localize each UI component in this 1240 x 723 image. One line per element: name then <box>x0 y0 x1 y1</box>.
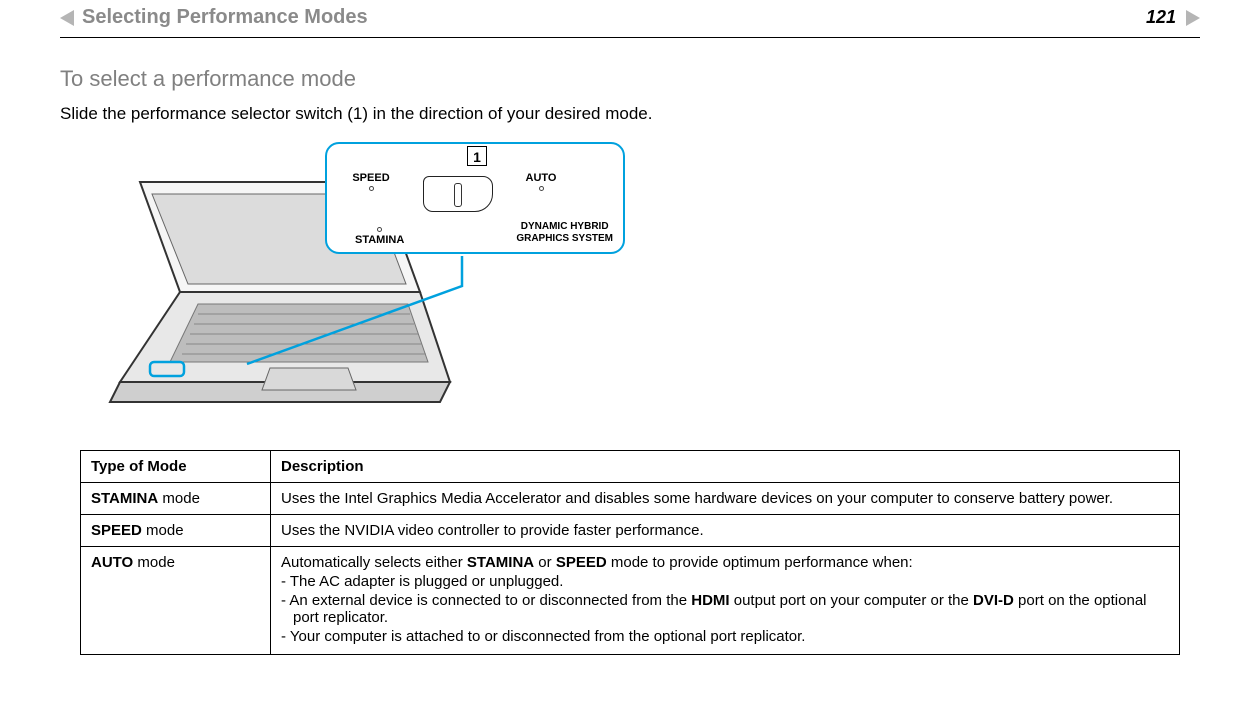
breadcrumb: Selecting Performance Modes <box>82 6 1146 29</box>
mode-label-speed: SPEED <box>341 172 401 191</box>
graphics-system-label: DYNAMIC HYBRID GRAPHICS SYSTEM <box>516 221 613 244</box>
table-row: STAMINA mode Uses the Intel Graphics Med… <box>81 483 1180 515</box>
page-header: Selecting Performance Modes 121 <box>60 0 1200 38</box>
next-arrow-icon[interactable] <box>1186 10 1200 26</box>
mode-name-cell: AUTO mode <box>81 547 271 655</box>
mode-description-cell: Uses the Intel Graphics Media Accelerato… <box>271 483 1180 515</box>
table-header-type: Type of Mode <box>81 451 271 483</box>
performance-modes-table: Type of Mode Description STAMINA mode Us… <box>80 450 1180 655</box>
list-item: - The AC adapter is plugged or unplugged… <box>281 573 1169 590</box>
callout-leader-line <box>407 256 577 366</box>
prev-arrow-icon[interactable] <box>60 10 74 26</box>
list-item: - Your computer is attached to or discon… <box>281 628 1169 645</box>
mode-description-cell: Automatically selects either STAMINA or … <box>271 547 1180 655</box>
mode-name-cell: STAMINA mode <box>81 483 271 515</box>
section-title: To select a performance mode <box>60 66 1200 92</box>
mode-description-cell: Uses the NVIDIA video controller to prov… <box>271 515 1180 547</box>
figure: 1 SPEED AUTO STAMINA DYNAMI <box>80 142 680 432</box>
section-intro: Slide the performance selector switch (1… <box>60 104 1200 124</box>
mode-name-cell: SPEED mode <box>81 515 271 547</box>
performance-switch-callout: 1 SPEED AUTO STAMINA DYNAMI <box>325 142 625 254</box>
page: Selecting Performance Modes 121 To selec… <box>0 0 1240 685</box>
table-header-row: Type of Mode Description <box>81 451 1180 483</box>
table-header-description: Description <box>271 451 1180 483</box>
page-number: 121 <box>1146 7 1176 28</box>
performance-selector-switch-icon <box>423 176 493 212</box>
mode-label-stamina: STAMINA <box>355 225 404 246</box>
list-item: - An external device is connected to or … <box>281 592 1169 626</box>
mode-label-auto: AUTO <box>511 172 571 191</box>
table-row: SPEED mode Uses the NVIDIA video control… <box>81 515 1180 547</box>
table-row: AUTO mode Automatically selects either S… <box>81 547 1180 655</box>
